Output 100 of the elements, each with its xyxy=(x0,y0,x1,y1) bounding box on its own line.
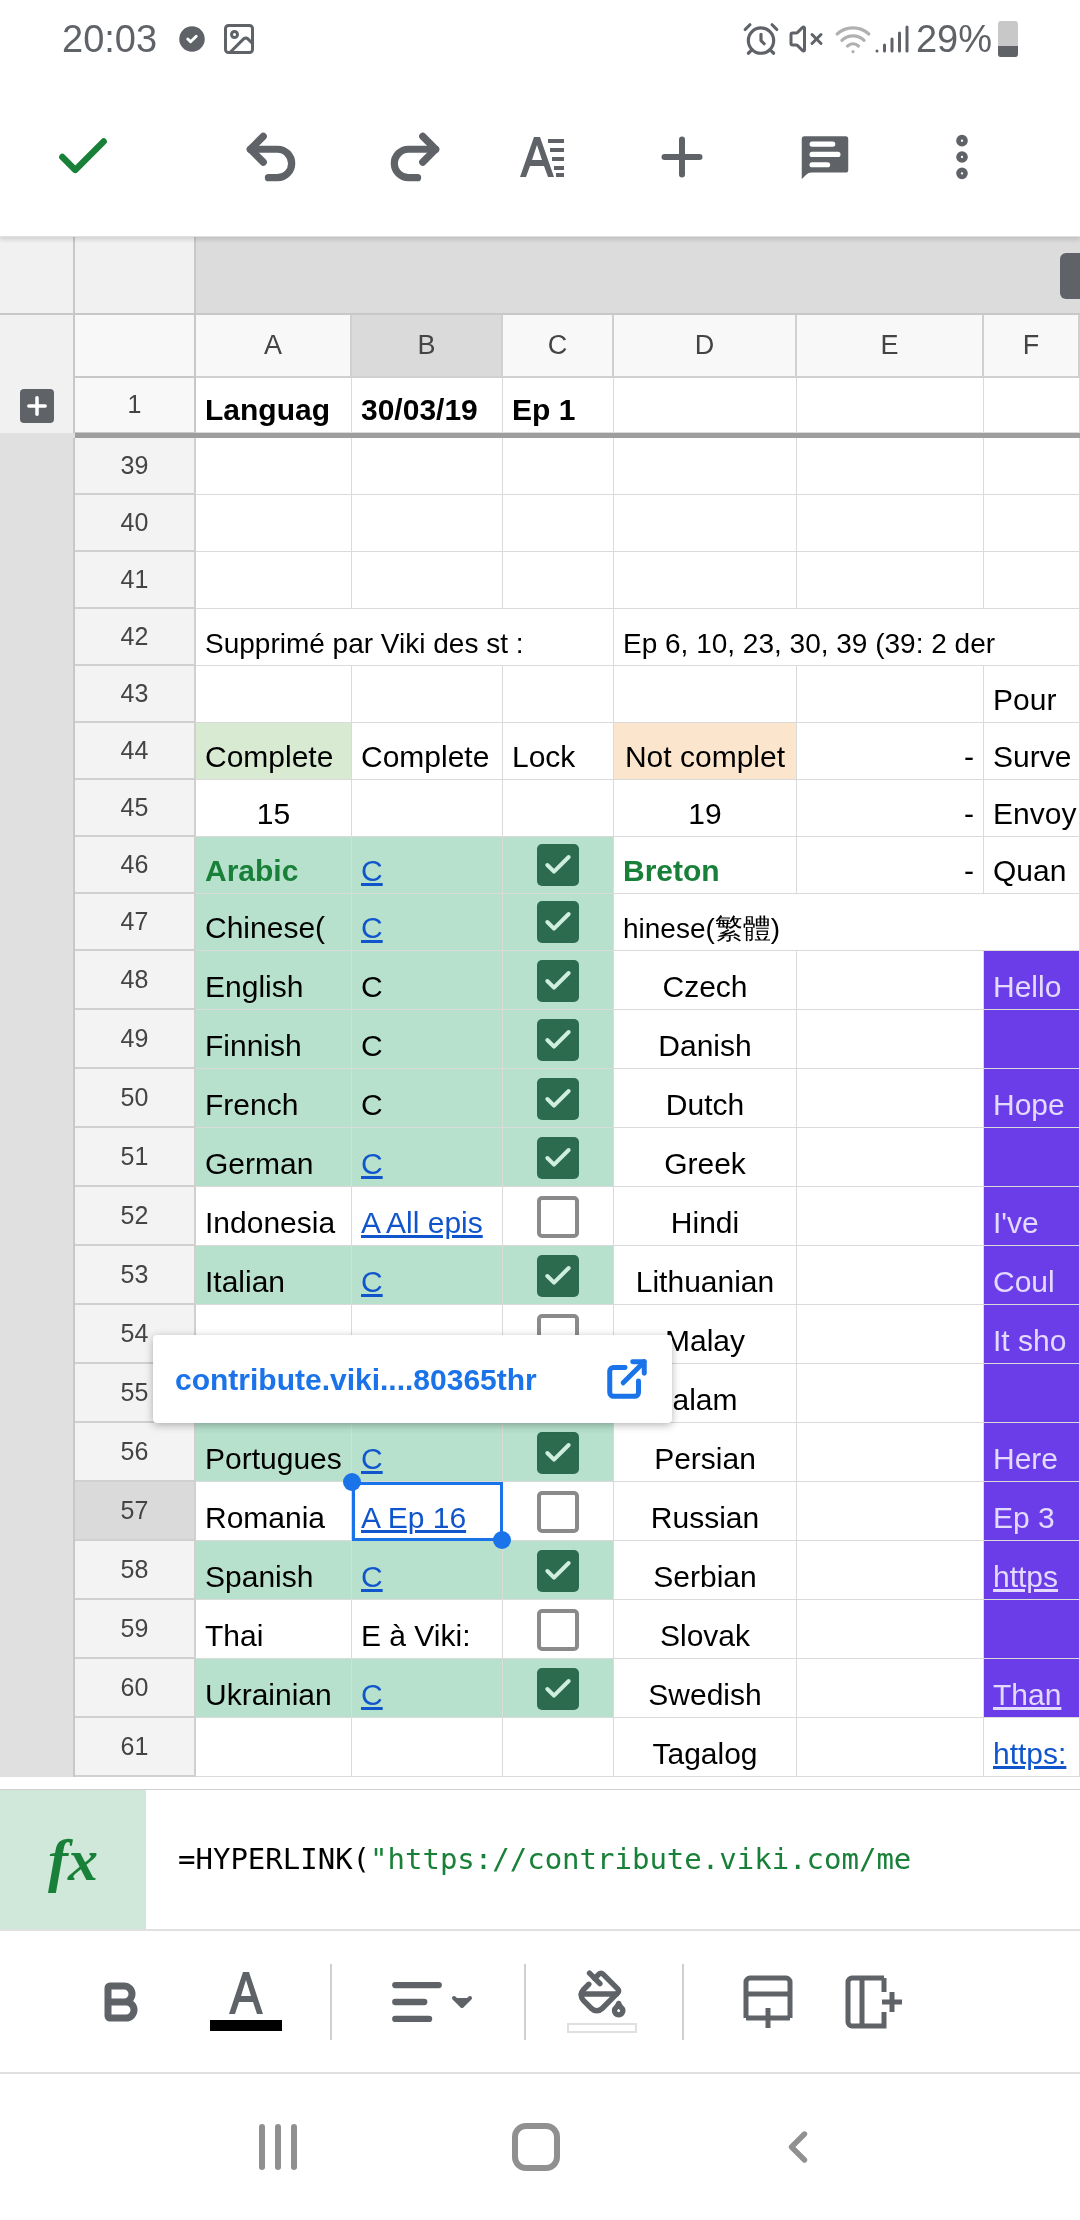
table-cell: French xyxy=(196,1069,352,1128)
checkbox[interactable] xyxy=(537,960,579,1002)
row-header[interactable]: 41 xyxy=(75,552,196,609)
letter-a-icon xyxy=(226,1969,266,2014)
table-cell: Here xyxy=(984,1423,1080,1482)
row-header[interactable]: 43 xyxy=(75,666,196,723)
cell-link[interactable]: https: xyxy=(993,1739,1067,1769)
cell-link[interactable]: Than xyxy=(993,1680,1062,1710)
table-cell: Lithuanian xyxy=(614,1246,797,1305)
checkbox[interactable] xyxy=(537,1609,579,1651)
recent-apps-icon[interactable] xyxy=(256,2123,300,2171)
insert-column-icon[interactable] xyxy=(844,1973,904,2030)
row-header[interactable]: 60 xyxy=(75,1659,196,1718)
column-header[interactable]: D xyxy=(614,315,797,378)
table-cell: Envoy xyxy=(984,780,1080,837)
cell-link[interactable]: https xyxy=(993,1562,1059,1592)
home-icon[interactable] xyxy=(512,2123,560,2171)
checkbox[interactable] xyxy=(537,1078,579,1120)
column-header[interactable]: B xyxy=(352,315,503,378)
table-cell: Coul xyxy=(984,1246,1080,1305)
table-cell: Hello xyxy=(984,951,1080,1010)
checkbox[interactable] xyxy=(537,901,579,943)
table-cell: Tagalog xyxy=(614,1718,797,1777)
checkbox[interactable] xyxy=(537,1196,579,1238)
table-cell: German xyxy=(196,1128,352,1187)
table-cell: Ep 6, 10, 23, 30, 39 (39: 2 der xyxy=(614,609,1080,666)
battery-icon xyxy=(998,21,1018,57)
row-header[interactable]: 58 xyxy=(75,1541,196,1600)
table-cell: Quan xyxy=(984,837,1080,894)
checkbox[interactable] xyxy=(537,1668,579,1710)
column-header[interactable]: F xyxy=(984,315,1080,378)
battery-percent: 29% xyxy=(915,16,992,62)
table-cell: Ep 3 xyxy=(984,1482,1080,1541)
checkbox[interactable] xyxy=(537,1550,579,1592)
table-cell: Italian xyxy=(196,1246,352,1305)
open-link-icon[interactable] xyxy=(604,1356,650,1402)
column-header[interactable]: E xyxy=(797,315,984,378)
table-cell: Pour xyxy=(984,666,1080,723)
table-cell: Arabic xyxy=(196,837,352,894)
checkbox[interactable] xyxy=(537,1491,579,1533)
selection-handle[interactable] xyxy=(493,1531,511,1549)
column-header[interactable]: A xyxy=(196,315,352,378)
row-header[interactable]: 59 xyxy=(75,1600,196,1659)
table-cell: Complete xyxy=(352,723,503,780)
table-cell: Hindi xyxy=(614,1187,797,1246)
cell-link[interactable]: C xyxy=(361,913,383,943)
status-time: 20:03 xyxy=(62,16,158,62)
row-header[interactable]: 39 xyxy=(75,438,196,495)
table-cell: Spanish xyxy=(196,1541,352,1600)
row-header[interactable]: 52 xyxy=(75,1187,196,1246)
row-header[interactable]: 53 xyxy=(75,1246,196,1305)
row-header[interactable]: 49 xyxy=(75,1010,196,1069)
cell-link[interactable]: C xyxy=(361,1562,383,1592)
column-header[interactable]: C xyxy=(503,315,614,378)
row-header[interactable]: 47 xyxy=(75,894,196,951)
table-cell: - xyxy=(797,723,984,780)
formula-text[interactable]: =HYPERLINK("https://contribute.viki.com/me xyxy=(178,1837,912,1882)
checkbox[interactable] xyxy=(537,1432,579,1474)
row-header[interactable]: 44 xyxy=(75,723,196,780)
table-cell: Supprimé par Viki des st : xyxy=(196,609,614,666)
row-header[interactable]: 57 xyxy=(75,1482,196,1541)
row-header[interactable]: 50 xyxy=(75,1069,196,1128)
function-label: fx xyxy=(48,1825,98,1895)
cell-link[interactable]: C xyxy=(361,1680,383,1710)
row-header[interactable]: 61 xyxy=(75,1718,196,1777)
text-color-icon[interactable] xyxy=(210,1969,282,2034)
row-header[interactable]: 48 xyxy=(75,951,196,1010)
table-cell: Not complet xyxy=(614,723,797,780)
row-header[interactable]: 56 xyxy=(75,1423,196,1482)
cell-link[interactable]: C xyxy=(361,1149,383,1179)
table-cell: C xyxy=(352,1010,503,1069)
row-header[interactable]: 1 xyxy=(75,378,196,433)
table-cell: Complete xyxy=(196,723,352,780)
table-cell: Danish xyxy=(614,1010,797,1069)
selection-handle[interactable] xyxy=(343,1473,361,1491)
row-header[interactable]: 51 xyxy=(75,1128,196,1187)
table-cell: C xyxy=(352,951,503,1010)
table-cell: English xyxy=(196,951,352,1010)
table-cell: Portugues xyxy=(196,1423,352,1482)
text-format-icon[interactable] xyxy=(518,135,566,179)
checkbox[interactable] xyxy=(537,1019,579,1061)
checkbox[interactable] xyxy=(537,1255,579,1297)
table-cell: It sho xyxy=(984,1305,1080,1364)
cell-link[interactable]: C xyxy=(361,856,383,886)
row-header[interactable]: 46 xyxy=(75,837,196,894)
table-cell: Finnish xyxy=(196,1010,352,1069)
table-cell: - xyxy=(797,837,984,894)
table-cell: - xyxy=(797,780,984,837)
row-header[interactable]: 45 xyxy=(75,780,196,837)
table-cell: C xyxy=(352,1069,503,1128)
cell-link[interactable]: A All epis xyxy=(361,1208,483,1238)
fill-color-icon[interactable] xyxy=(566,1968,638,2035)
row-header[interactable]: 40 xyxy=(75,495,196,552)
expand-group-button[interactable] xyxy=(19,388,54,423)
cell-link[interactable]: C xyxy=(361,1444,383,1474)
row-header[interactable]: 42 xyxy=(75,609,196,666)
checkbox[interactable] xyxy=(537,1137,579,1179)
cell-link[interactable]: A Ep 16 xyxy=(361,1503,467,1533)
cell-link[interactable]: C xyxy=(361,1267,383,1297)
checkbox[interactable] xyxy=(537,844,579,886)
